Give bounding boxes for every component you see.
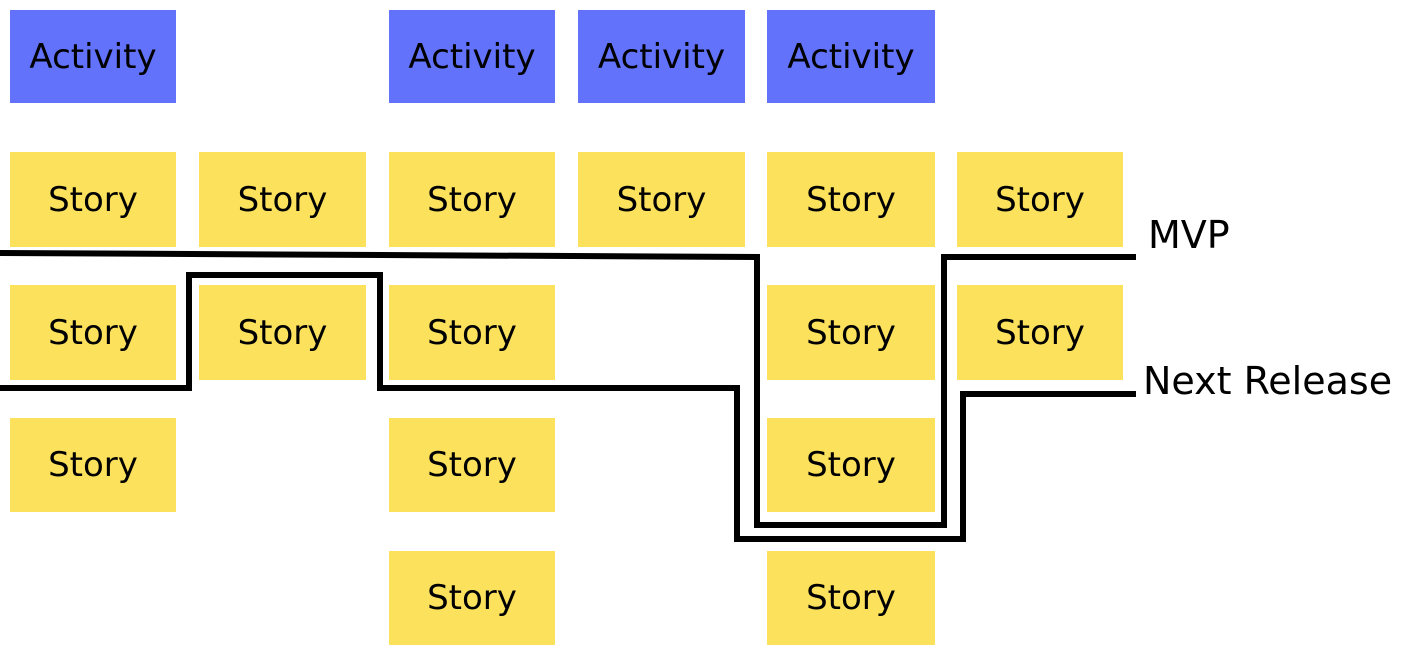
activity-card[interactable]: Activity [10,10,176,103]
story-card[interactable]: Story [389,418,555,512]
story-card[interactable]: Story [10,418,176,512]
release-label-mvp: MVP [1148,213,1230,257]
story-card[interactable]: Story [767,152,935,247]
story-card[interactable]: Story [767,418,935,512]
activity-card[interactable]: Activity [389,10,555,103]
story-card[interactable]: Story [10,285,176,380]
story-card[interactable]: Story [957,152,1123,247]
release-label-next-release: Next Release [1143,359,1393,403]
story-card[interactable]: Story [767,285,935,380]
story-card[interactable]: Story [199,285,366,380]
story-card[interactable]: Story [199,152,366,247]
story-card[interactable]: Story [389,152,555,247]
story-card[interactable]: Story [957,285,1123,380]
story-card[interactable]: Story [767,551,935,645]
story-card[interactable]: Story [389,285,555,380]
story-card[interactable]: Story [10,152,176,247]
activity-card[interactable]: Activity [578,10,745,103]
activity-card[interactable]: Activity [767,10,935,103]
story-map-canvas: Activity Activity Activity Activity Story St… [0,0,1404,659]
story-card[interactable]: Story [389,551,555,645]
story-card[interactable]: Story [578,152,745,247]
